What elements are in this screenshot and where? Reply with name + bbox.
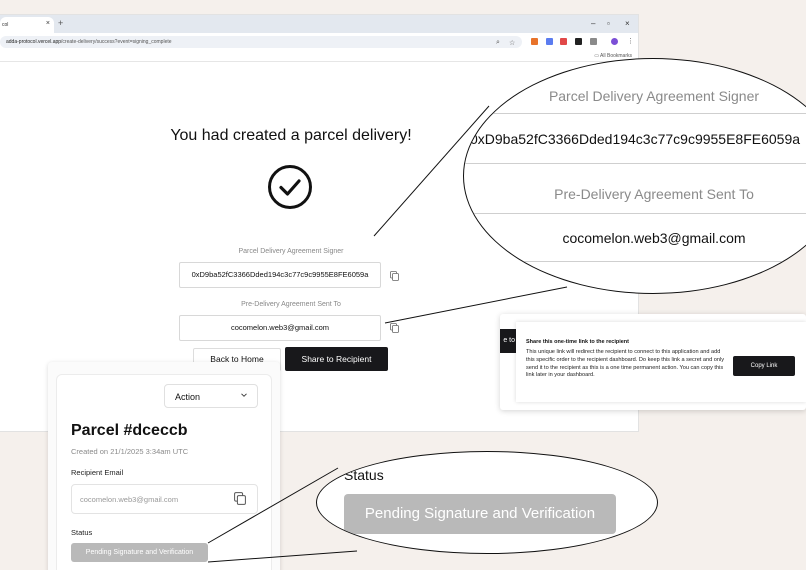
success-check-icon bbox=[268, 165, 312, 209]
share-title: Share this one-time link to the recipien… bbox=[526, 339, 629, 345]
status-badge: Pending Signature and Verification bbox=[71, 543, 208, 562]
zoom-status-label: Status bbox=[344, 467, 384, 483]
share-link-dialog: e to Share this one-time link to the rec… bbox=[500, 314, 806, 410]
zoom-callout-status: Status Pending Signature and Verificatio… bbox=[316, 451, 658, 554]
browser-toolbar: adda-protocol.vercel.app/create-delivery… bbox=[0, 33, 638, 51]
page-title: You had created a parcel delivery! bbox=[170, 127, 412, 144]
sent-to-label: Pre-Delivery Agreement Sent To bbox=[241, 301, 341, 308]
zoom-status-badge: Pending Signature and Verification bbox=[344, 494, 616, 534]
recipient-email-label: Recipient Email bbox=[71, 468, 124, 477]
extension-fox-icon[interactable] bbox=[531, 38, 538, 45]
zoom-divider bbox=[464, 163, 806, 164]
browser-tab[interactable]: col × bbox=[0, 17, 54, 33]
bookmarks-bar: ▭ All Bookmarks bbox=[0, 51, 638, 62]
zoom-divider bbox=[464, 213, 806, 214]
extensions-puzzle-icon[interactable] bbox=[590, 38, 597, 45]
zoom-sent-to-value: cocomelon.web3@gmail.com bbox=[562, 230, 746, 246]
signer-label: Parcel Delivery Agreement Signer bbox=[238, 248, 344, 255]
parcel-title: Parcel #dceccb bbox=[71, 422, 188, 439]
share-to-recipient-button[interactable]: Share to Recipient bbox=[285, 347, 388, 371]
tab-strip: col × + – ▫ × bbox=[0, 15, 638, 33]
url-host: adda-protocol.vercel.app bbox=[6, 39, 62, 45]
sent-to-field: cocomelon.web3@gmail.com bbox=[179, 315, 381, 341]
share-description: This unique link will redirect the recip… bbox=[526, 349, 725, 379]
profile-avatar[interactable] bbox=[611, 38, 618, 45]
window-close-icon[interactable]: × bbox=[625, 19, 630, 28]
bookmark-star-icon[interactable]: ☆ bbox=[509, 39, 515, 47]
tab-close-icon[interactable]: × bbox=[46, 20, 50, 27]
extension-dark-icon[interactable] bbox=[575, 38, 582, 45]
status-label: Status bbox=[71, 528, 93, 537]
recipient-email-field: cocomelon.web3@gmail.com bbox=[71, 484, 258, 514]
zoom-divider bbox=[464, 113, 806, 114]
url-path: /create-delivery/success?event=signing_c… bbox=[61, 39, 172, 45]
copy-link-button[interactable]: Copy Link bbox=[733, 356, 795, 376]
parcel-created-date: Created on 21/1/2025 3:34am UTC bbox=[71, 447, 189, 456]
action-label: Action bbox=[175, 392, 201, 402]
zoom-signer-value: 0xD9ba52fC3366Dded194c3c77c9c9955E8FE605… bbox=[470, 131, 801, 147]
extension-blue-icon[interactable] bbox=[546, 38, 553, 45]
chevron-down-icon bbox=[241, 393, 247, 397]
minimize-icon[interactable]: – bbox=[591, 19, 595, 28]
zoom-icon[interactable]: ⌕ bbox=[496, 39, 500, 47]
action-dropdown[interactable]: Action bbox=[164, 384, 258, 408]
zoom-divider bbox=[464, 261, 806, 262]
copy-recipient-icon[interactable] bbox=[234, 492, 246, 505]
restore-icon[interactable]: ▫ bbox=[607, 19, 610, 28]
copy-email-icon[interactable] bbox=[390, 323, 399, 333]
browser-menu-icon[interactable]: ⋮ bbox=[627, 37, 634, 45]
tab-title: col bbox=[2, 22, 9, 28]
extension-red-icon[interactable] bbox=[560, 38, 567, 45]
address-bar[interactable]: adda-protocol.vercel.app/create-delivery… bbox=[0, 36, 522, 48]
zoom-signer-label: Parcel Delivery Agreement Signer bbox=[548, 88, 760, 104]
signer-field: 0xD9ba52fC3366Dded194c3c77c9c9955E8FE605… bbox=[179, 262, 381, 288]
share-button-edge: e to bbox=[500, 329, 516, 353]
zoom-sent-to-label: Pre-Delivery Agreement Sent To bbox=[554, 186, 754, 202]
copy-signer-icon[interactable] bbox=[390, 271, 399, 281]
new-tab-icon[interactable]: + bbox=[58, 18, 63, 28]
